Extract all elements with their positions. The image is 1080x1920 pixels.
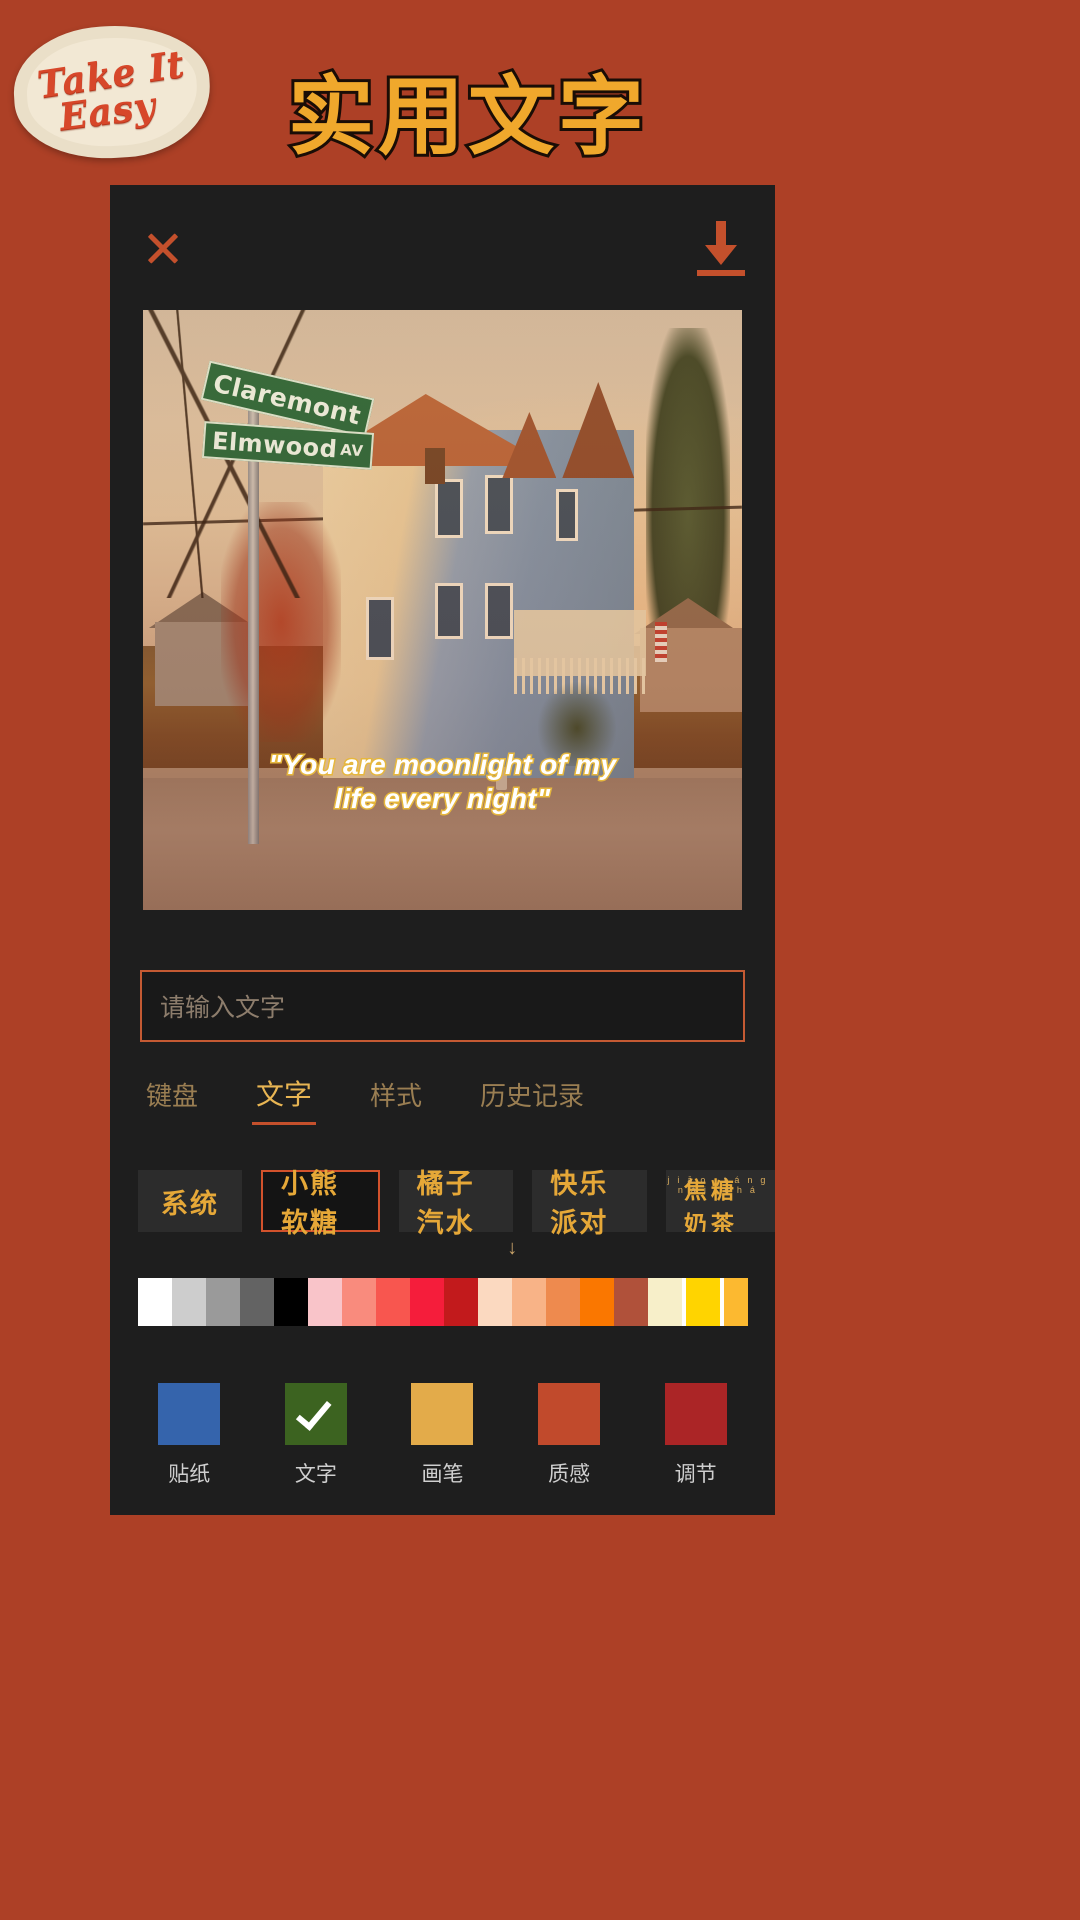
font-chip-system[interactable]: 系统 (138, 1170, 242, 1232)
tab-history-label: 历史记录 (480, 1081, 585, 1111)
color-swatch-white[interactable] (138, 1278, 172, 1326)
color-swatch-cream[interactable] (648, 1278, 682, 1326)
text-input-placeholder: 请输入文字 (160, 994, 286, 1022)
color-swatch-dark-red[interactable] (444, 1278, 478, 1326)
tab-style[interactable]: 样式 (364, 1076, 428, 1125)
caption-line-2: life every night" (333, 782, 552, 816)
tab-history[interactable]: 历史记录 (474, 1076, 590, 1125)
nav-item-brush[interactable]: 画笔 (387, 1382, 497, 1488)
bottom-nav: 贴纸 文字 画笔 质感 调节 (110, 1355, 775, 1515)
photo-chimney (424, 448, 445, 484)
sticker-swatch-icon (158, 1382, 221, 1445)
font-chip-system-label: 系统 (161, 1188, 219, 1220)
editor-topbar (110, 185, 775, 295)
font-chip-jiaotangnaicha-pinyin: jiāo táng nǎi chá (667, 1175, 774, 1195)
brush-swatch-icon (411, 1382, 474, 1445)
font-chip-kuailepaidui[interactable]: 快乐派对 (532, 1169, 647, 1239)
download-icon-head (705, 245, 737, 265)
nav-item-texture[interactable]: 质感 (514, 1382, 624, 1488)
color-swatch-light-gray[interactable] (172, 1278, 206, 1326)
font-chip-xiaoxiongruantang[interactable]: 小熊软糖 (261, 1169, 380, 1239)
nav-item-texture-label: 质感 (548, 1462, 591, 1486)
street-sign-2-label: Elmwood (211, 426, 339, 463)
font-download-arrow-icon[interactable]: ↓ (507, 1237, 517, 1260)
adjust-swatch-icon (664, 1382, 727, 1445)
texture-swatch-icon (538, 1382, 601, 1445)
color-swatch-red[interactable] (410, 1278, 444, 1326)
font-chip-kuailepaidui-label: 快乐派对 (550, 1169, 609, 1239)
font-chip-list: 系统 小熊软糖 橘子汽水 ↓ 快乐派对 jiāo táng nǎi chá 焦糖… (138, 1169, 776, 1259)
nav-item-text[interactable]: 文字 (261, 1382, 371, 1488)
check-icon (284, 1382, 347, 1445)
caption-line-1: "You are moonlight of my (267, 747, 617, 781)
color-swatch-salmon[interactable] (342, 1278, 376, 1326)
nav-item-text-label: 文字 (294, 1462, 337, 1486)
photo-canvas[interactable]: Claremont Elmwood AV "You are moonlight … (143, 310, 742, 910)
color-swatch-gray[interactable] (206, 1278, 240, 1326)
tab-text[interactable]: 文字 (250, 1073, 318, 1125)
tab-keyboard-label: 键盘 (146, 1081, 199, 1111)
nav-item-stickers-label: 贴纸 (168, 1462, 211, 1486)
street-sign-2-suffix: AV (339, 440, 365, 460)
take-it-easy-patch: Take It Easy (10, 20, 214, 164)
nav-item-adjust[interactable]: 调节 (641, 1382, 751, 1488)
font-chip-jiaotangnaicha[interactable]: jiāo táng nǎi chá 焦糖奶茶 ↓ (665, 1170, 776, 1232)
nav-item-adjust-label: 调节 (674, 1462, 717, 1486)
color-swatch-dark-gray[interactable] (240, 1278, 274, 1326)
check-icon-glyph (295, 1392, 332, 1431)
editor-tab-bar: 键盘 文字 样式 历史记录 (140, 1073, 590, 1125)
color-swatch-peach-light[interactable] (478, 1278, 512, 1326)
photo-flag (655, 622, 668, 662)
color-swatch-yellow-selected[interactable] (682, 1278, 724, 1326)
download-icon-base (697, 270, 745, 276)
font-chip-juziqishui-label: 橘子汽水 (416, 1169, 475, 1239)
color-swatch-pink-light[interactable] (308, 1278, 342, 1326)
tab-text-label: 文字 (256, 1079, 313, 1110)
color-swatch-peach[interactable] (512, 1278, 546, 1326)
color-swatch-orange-muted[interactable] (546, 1278, 580, 1326)
page-header: Take It Easy 实用文字 (0, 0, 1080, 185)
photo-evergreen-tree (646, 328, 731, 640)
color-swatch-brick[interactable] (614, 1278, 648, 1326)
photo-image: Claremont Elmwood AV "You are moonlight … (143, 310, 742, 910)
tab-style-label: 样式 (370, 1081, 423, 1111)
color-palette[interactable] (138, 1278, 748, 1326)
color-swatch-coral-red[interactable] (376, 1278, 410, 1326)
editor-app-panel: Claremont Elmwood AV "You are moonlight … (110, 185, 776, 1515)
nav-item-brush-label: 画笔 (421, 1462, 464, 1486)
font-chip-xiaoxiongruantang-label: 小熊软糖 (281, 1169, 339, 1239)
text-input[interactable]: 请输入文字 (140, 970, 745, 1042)
page-title: 实用文字 (285, 64, 648, 170)
tab-keyboard[interactable]: 键盘 (140, 1076, 204, 1125)
nav-item-stickers[interactable]: 贴纸 (134, 1382, 244, 1488)
patch-text-line2: Easy (56, 82, 158, 139)
color-swatch-orange[interactable] (580, 1278, 614, 1326)
photo-caption-overlay[interactable]: "You are moonlight of my life every nigh… (143, 747, 742, 816)
download-icon[interactable] (695, 221, 747, 277)
patch-inner: Take It Easy (23, 32, 201, 152)
color-swatch-amber[interactable] (724, 1278, 748, 1326)
close-icon[interactable] (142, 227, 184, 269)
font-chip-juziqishui[interactable]: 橘子汽水 ↓ (398, 1169, 517, 1259)
color-swatch-black[interactable] (274, 1278, 308, 1326)
